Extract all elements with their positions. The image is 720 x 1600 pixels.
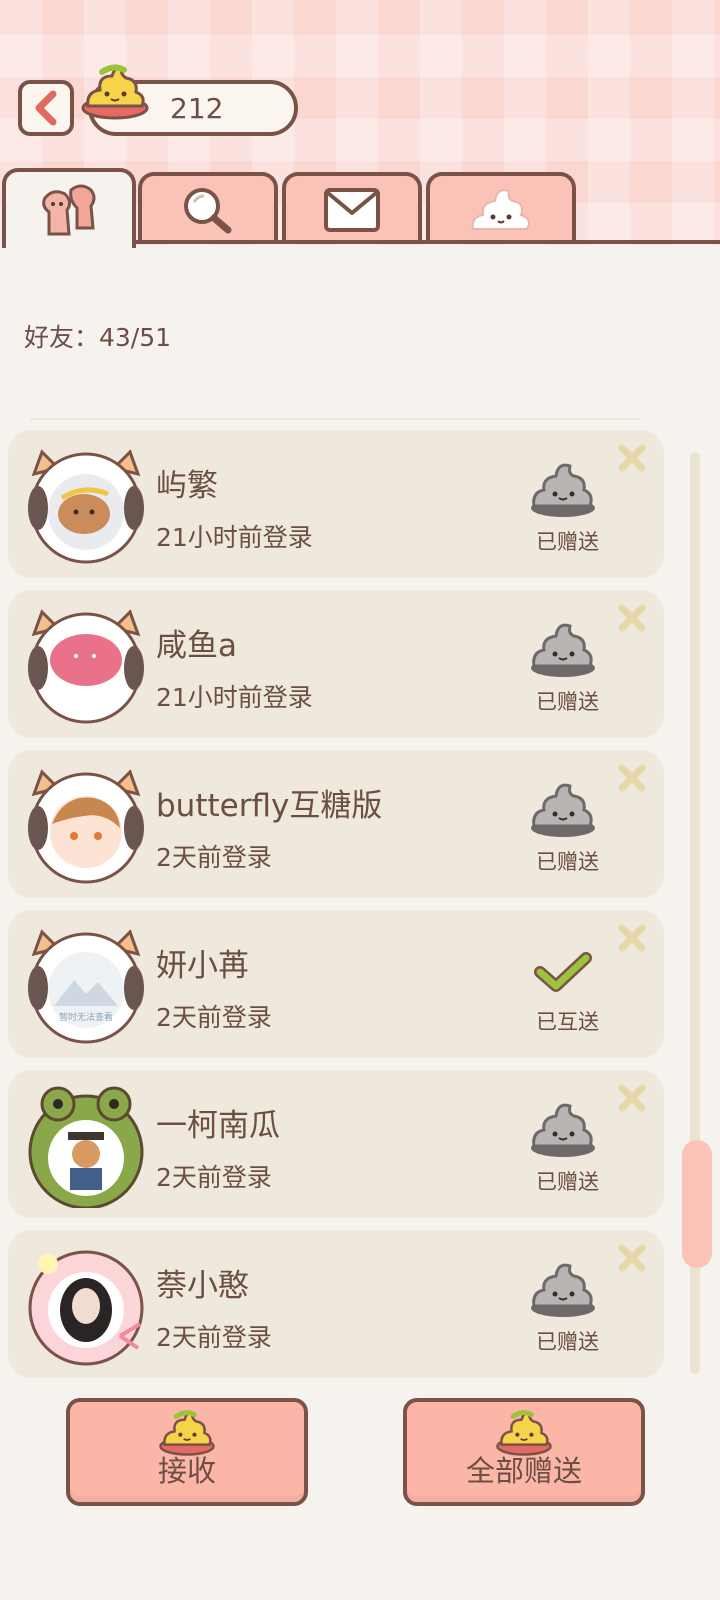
gift-status: 已赠送 xyxy=(536,530,599,554)
friend-name: 萘小憨 xyxy=(156,1268,249,1304)
back-button[interactable] xyxy=(18,80,74,136)
friends-icon xyxy=(42,184,96,236)
avatar xyxy=(28,769,144,884)
gift-status: 已赠送 xyxy=(536,1330,599,1354)
tab-mail[interactable] xyxy=(282,172,422,244)
gift-status: 已赠送 xyxy=(536,690,599,714)
coin-count: 212 xyxy=(170,92,224,125)
close-icon[interactable] xyxy=(616,1242,648,1274)
poop-icon xyxy=(471,189,530,230)
poop-coin-icon xyxy=(81,64,149,120)
friend-name: 一柯南瓜 xyxy=(156,1108,280,1144)
avatar xyxy=(28,609,144,724)
last-login: 2天前登录 xyxy=(156,1003,272,1032)
friend-row[interactable]: 咸鱼a 21小时前登录 已赠送 xyxy=(8,590,664,738)
close-icon[interactable] xyxy=(616,442,648,474)
gray-poop-icon[interactable] xyxy=(528,620,598,680)
close-icon[interactable] xyxy=(616,922,648,954)
tab-gifts[interactable] xyxy=(426,172,576,244)
gray-poop-icon[interactable] xyxy=(528,1260,598,1320)
avatar xyxy=(28,449,144,564)
gray-poop-icon[interactable] xyxy=(528,1100,598,1160)
friend-row[interactable]: 屿繁 21小时前登录 已赠送 xyxy=(8,430,664,578)
close-icon[interactable] xyxy=(616,1082,648,1114)
search-icon xyxy=(184,188,232,234)
receive-label: 接收 xyxy=(157,1454,216,1488)
gift-status: 已赠送 xyxy=(536,850,599,874)
tab-bar xyxy=(0,168,720,250)
check-icon xyxy=(534,952,592,992)
friend-name: 屿繁 xyxy=(156,468,218,504)
avatar: 暂时无法查看 xyxy=(28,929,144,1044)
avatar xyxy=(28,1086,144,1208)
friend-name: butterfly互糖版 xyxy=(156,788,383,824)
gray-poop-icon[interactable] xyxy=(528,460,598,520)
friend-name: 咸鱼a xyxy=(156,628,237,664)
tab-search[interactable] xyxy=(138,172,278,244)
gift-status: 已赠送 xyxy=(536,1170,599,1194)
friend-row[interactable]: 萘小憨 2天前登录 已赠送 xyxy=(8,1230,664,1378)
mail-icon xyxy=(324,188,380,232)
close-icon[interactable] xyxy=(616,762,648,794)
friends-count: 好友：43/51 xyxy=(24,323,172,352)
receive-button[interactable]: 接收 xyxy=(66,1398,308,1506)
divider xyxy=(30,418,640,420)
friend-name: 妍小苒 xyxy=(156,948,249,984)
gift-status: 已互送 xyxy=(536,1010,599,1034)
avatar xyxy=(28,1250,144,1366)
tab-friends[interactable] xyxy=(2,168,136,248)
last-login: 2天前登录 xyxy=(156,1323,272,1352)
chevron-left-icon xyxy=(35,90,57,126)
give-all-button[interactable]: 全部赠送 xyxy=(403,1398,645,1506)
tab-underline xyxy=(136,240,720,244)
gray-poop-icon[interactable] xyxy=(528,780,598,840)
last-login: 21小时前登录 xyxy=(156,683,313,712)
last-login: 2天前登录 xyxy=(156,843,272,872)
friend-row[interactable]: 一柯南瓜 2天前登录 已赠送 xyxy=(8,1070,664,1218)
avatar-placeholder-text: 暂时无法查看 xyxy=(59,1011,113,1023)
friend-row[interactable]: butterfly互糖版 2天前登录 已赠送 xyxy=(8,750,664,898)
friend-row[interactable]: 暂时无法查看 妍小苒 2天前登录 已互送 xyxy=(8,910,664,1058)
give-all-label: 全部赠送 xyxy=(465,1454,582,1488)
last-login: 2天前登录 xyxy=(156,1163,272,1192)
last-login: 21小时前登录 xyxy=(156,523,313,552)
close-icon[interactable] xyxy=(616,602,648,634)
scrollbar-thumb[interactable] xyxy=(682,1140,712,1268)
